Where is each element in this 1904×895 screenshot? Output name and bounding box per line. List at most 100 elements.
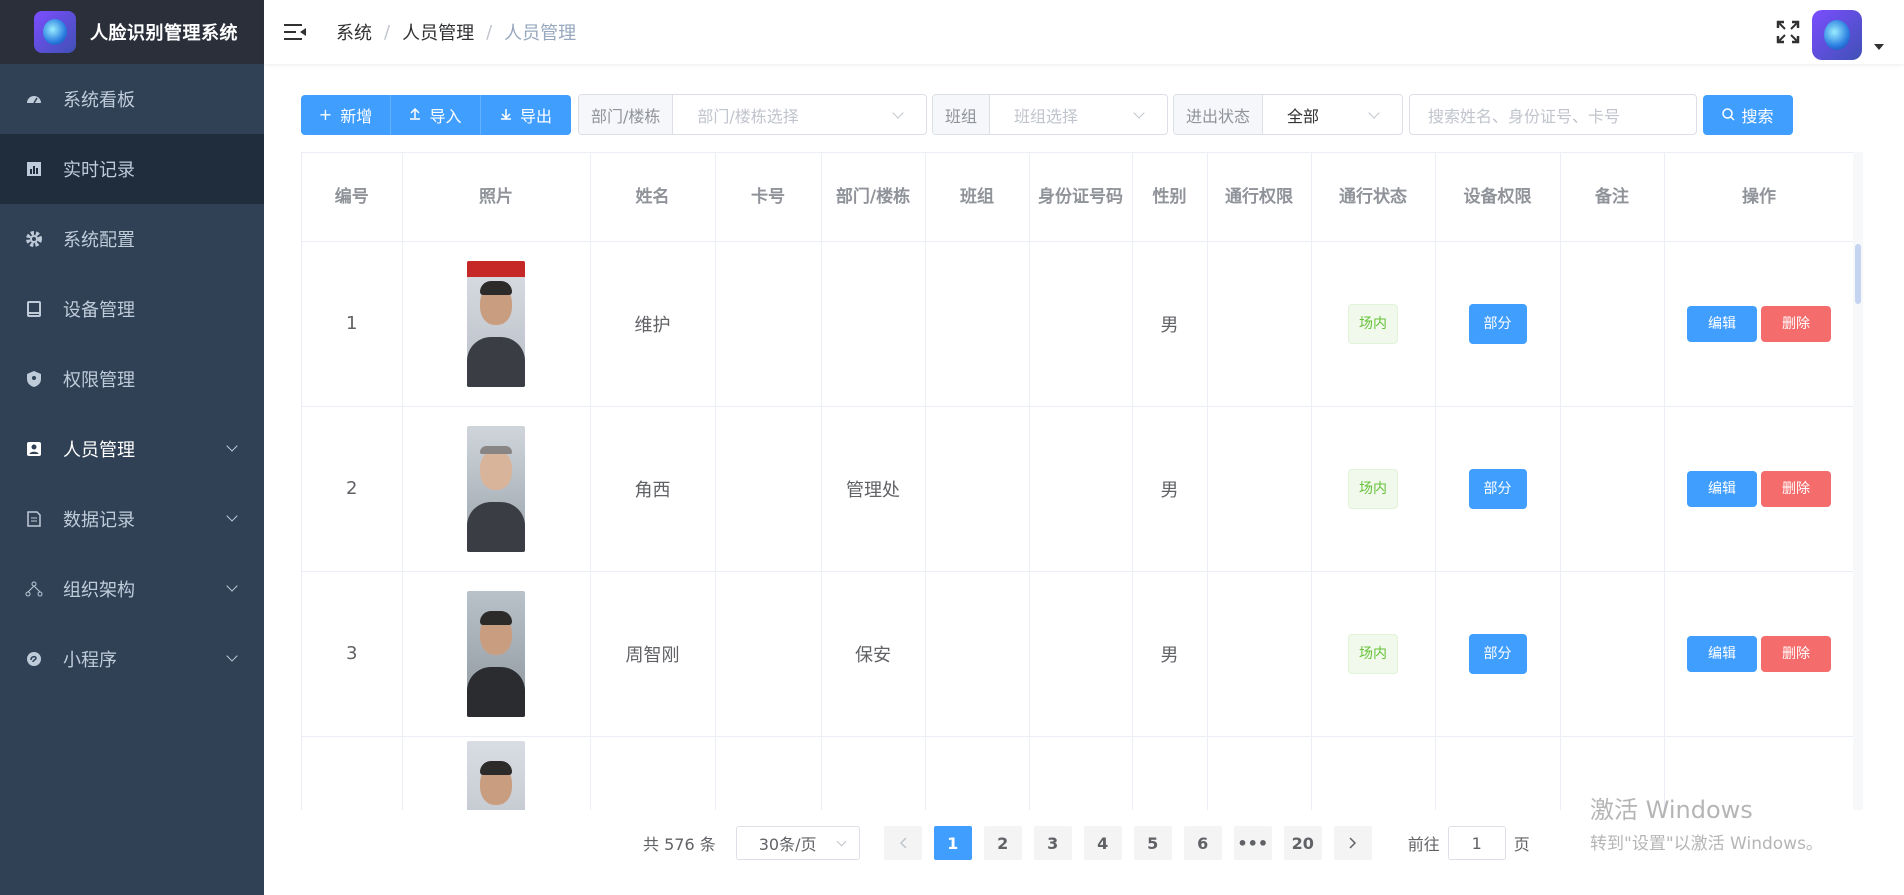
chart-icon xyxy=(25,160,43,178)
dept-filter: 部门/楼栋 部门/楼栋选择 xyxy=(578,94,927,135)
search-button[interactable]: 搜索 xyxy=(1703,94,1793,135)
dept-filter-label: 部门/楼栋 xyxy=(579,95,674,134)
avatar[interactable] xyxy=(1812,10,1862,60)
cell-card xyxy=(715,406,822,572)
col-header: 操作 xyxy=(1664,153,1855,242)
fullscreen-icon[interactable] xyxy=(1776,20,1800,44)
chevron-right-icon xyxy=(1349,837,1356,849)
sidebar-menu: 系统看板 实时记录 系统配置 设备管理 权限管理 人员管理 数据记录 组织架构 … xyxy=(0,64,264,694)
menu-toggle-icon[interactable] xyxy=(284,24,306,40)
cell-team xyxy=(925,241,1030,407)
chevron-down-icon xyxy=(1368,107,1380,119)
goto-page-input[interactable]: 1 xyxy=(1447,826,1506,860)
miniapp-icon xyxy=(25,650,43,668)
cell-team xyxy=(925,406,1030,572)
delete-button[interactable]: 删除 xyxy=(1761,305,1831,342)
export-button-label: 导出 xyxy=(519,106,552,126)
cell-idno xyxy=(1029,571,1133,737)
cell-note xyxy=(1560,406,1665,572)
cell-name: 周智刚 xyxy=(590,571,716,737)
cell-idno xyxy=(1029,406,1133,572)
table-row: 1 维护 男 场内 部分 编辑 删除 xyxy=(302,241,1855,407)
page-button[interactable]: 6 xyxy=(1183,826,1222,860)
sidebar: 人脸识别管理系统 系统看板 实时记录 系统配置 设备管理 权限管理 人员管理 数… xyxy=(0,0,264,895)
team-filter: 班组 班组选择 xyxy=(932,94,1168,135)
app-logo-icon xyxy=(34,11,76,53)
col-header: 卡号 xyxy=(715,153,822,242)
col-header: 照片 xyxy=(402,153,591,242)
breadcrumb-item[interactable]: 系统 xyxy=(336,19,372,45)
caret-down-icon[interactable] xyxy=(1874,44,1884,50)
dashboard-icon xyxy=(25,90,43,108)
prev-page-button[interactable] xyxy=(883,826,922,860)
gear-icon xyxy=(25,230,43,248)
device-permission-button[interactable]: 部分 xyxy=(1468,633,1527,674)
page-button[interactable]: 3 xyxy=(1033,826,1072,860)
page-button[interactable]: 5 xyxy=(1133,826,1172,860)
col-header: 备注 xyxy=(1560,153,1665,242)
cell-team xyxy=(925,571,1030,737)
table-row: 2 角西 管理处 男 场内 部分 编辑 删除 xyxy=(302,406,1855,572)
person-photo[interactable] xyxy=(467,590,525,717)
org-icon xyxy=(25,580,43,598)
delete-button[interactable]: 删除 xyxy=(1761,470,1831,507)
sidebar-item-org[interactable]: 组织架构 xyxy=(0,554,264,624)
sidebar-item-permissions[interactable]: 权限管理 xyxy=(0,344,264,414)
edit-button[interactable]: 编辑 xyxy=(1687,470,1757,507)
search-input[interactable]: 搜索姓名、身份证号、卡号 xyxy=(1409,94,1697,135)
search-icon xyxy=(1722,108,1736,121)
more-pages-button[interactable]: ••• xyxy=(1233,826,1272,860)
person-photo[interactable] xyxy=(467,740,525,810)
breadcrumb-separator: / xyxy=(486,21,493,43)
device-permission-button[interactable]: 部分 xyxy=(1468,303,1527,344)
status-select[interactable]: 全部 xyxy=(1263,95,1402,134)
device-permission-button[interactable]: 部分 xyxy=(1468,468,1527,509)
team-select[interactable]: 班组选择 xyxy=(990,95,1167,134)
app-title: 人脸识别管理系统 xyxy=(90,23,238,44)
breadcrumb-separator: / xyxy=(384,21,391,43)
chevron-down-icon xyxy=(226,650,238,662)
team-filter-label: 班组 xyxy=(933,95,991,134)
status-filter: 进出状态 全部 xyxy=(1173,94,1403,135)
status-badge: 场内 xyxy=(1348,633,1398,674)
pagination-total: 共 576 条 xyxy=(643,835,716,854)
person-card-icon xyxy=(25,440,43,458)
page-button[interactable]: 2 xyxy=(983,826,1022,860)
cell-access xyxy=(1207,571,1312,737)
import-button-label: 导入 xyxy=(429,106,462,126)
sidebar-item-dashboard[interactable]: 系统看板 xyxy=(0,64,264,134)
edit-button[interactable]: 编辑 xyxy=(1687,635,1757,672)
edit-button[interactable]: 编辑 xyxy=(1687,305,1757,342)
sidebar-item-config[interactable]: 系统配置 xyxy=(0,204,264,274)
page-button[interactable]: 4 xyxy=(1083,826,1122,860)
add-button-label: 新增 xyxy=(340,106,373,126)
upload-icon xyxy=(409,105,421,124)
dept-select[interactable]: 部门/楼栋选择 xyxy=(673,95,926,134)
person-photo[interactable] xyxy=(467,260,525,387)
export-button[interactable]: 导出 xyxy=(481,94,571,135)
page-size-select[interactable]: 30条/页 xyxy=(735,826,860,860)
sidebar-item-personnel[interactable]: 人员管理 xyxy=(0,414,264,484)
import-button[interactable]: 导入 xyxy=(391,94,481,135)
page-button[interactable]: 20 xyxy=(1283,826,1322,860)
table-scrollbar-thumb[interactable] xyxy=(1855,244,1861,304)
col-header: 部门/楼栋 xyxy=(821,153,926,242)
sidebar-item-devices[interactable]: 设备管理 xyxy=(0,274,264,344)
cell-gender: 男 xyxy=(1132,241,1208,407)
breadcrumb-item[interactable]: 人员管理 xyxy=(402,19,474,45)
next-page-button[interactable] xyxy=(1333,826,1372,860)
person-photo[interactable] xyxy=(467,425,525,552)
brand: 人脸识别管理系统 xyxy=(0,0,264,64)
cell-gender: 男 xyxy=(1132,571,1208,737)
delete-button[interactable]: 删除 xyxy=(1761,635,1831,672)
device-icon xyxy=(25,300,43,318)
shield-icon xyxy=(25,370,43,388)
sidebar-item-realtime[interactable]: 实时记录 xyxy=(0,134,264,204)
add-button[interactable]: + 新增 xyxy=(301,94,391,135)
sidebar-item-label: 系统看板 xyxy=(63,90,135,111)
sidebar-item-miniapp[interactable]: 小程序 xyxy=(0,624,264,694)
cell-device: 部分 xyxy=(1435,241,1561,407)
status-select-value: 全部 xyxy=(1287,106,1320,126)
page-button[interactable]: 1 xyxy=(933,826,972,860)
sidebar-item-records[interactable]: 数据记录 xyxy=(0,484,264,554)
